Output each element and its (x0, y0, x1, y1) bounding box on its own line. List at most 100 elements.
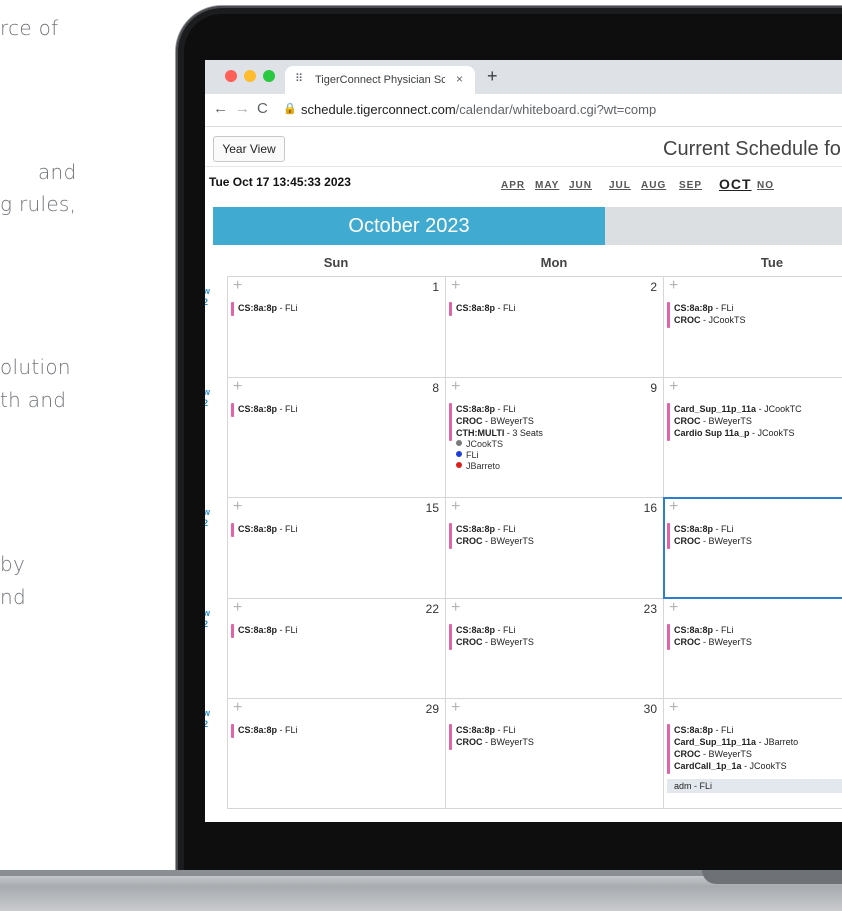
marketing-text-line: th and (0, 388, 67, 412)
entry-assignee: - JCookTS (703, 315, 746, 325)
schedule-entry[interactable]: CS:8a:8p - FLi (231, 724, 298, 736)
schedule-entry[interactable]: CS:8a:8p - FLi (449, 403, 516, 415)
add-entry-button[interactable]: + (451, 498, 460, 516)
entry-assignee: - FLi (497, 303, 516, 313)
schedule-entry[interactable]: CS:8a:8p - FLi (231, 302, 298, 314)
day-number: 23 (643, 602, 657, 616)
add-entry-button[interactable]: + (233, 599, 242, 617)
add-entry-button[interactable]: + (233, 498, 242, 516)
month-banner-bg (605, 207, 842, 245)
add-entry-button[interactable]: + (233, 699, 242, 717)
window-close-button[interactable] (225, 70, 237, 82)
laptop-base (0, 870, 842, 911)
entry-assignee: - FLi (497, 404, 516, 414)
schedule-entry[interactable]: CS:8a:8p - FLi (667, 624, 734, 636)
month-link-jun[interactable]: JUN (569, 180, 592, 191)
schedule-entry[interactable]: CTH:MULTI - 3 Seats (449, 427, 543, 439)
window-minimize-button[interactable] (244, 70, 256, 82)
schedule-entry[interactable]: CROC - BWeyerTS (449, 636, 534, 648)
add-entry-button[interactable]: + (451, 599, 460, 617)
add-entry-button[interactable]: + (669, 699, 678, 717)
schedule-entry[interactable]: CS:8a:8p - FLi (449, 724, 516, 736)
url-field[interactable]: schedule.tigerconnect.com/calendar/white… (301, 102, 656, 117)
schedule-entry[interactable]: CS:8a:8p - FLi (231, 523, 298, 535)
add-entry-button[interactable]: + (669, 378, 678, 396)
week-label[interactable]: w (205, 387, 210, 398)
month-link-nov[interactable]: NO (757, 180, 774, 191)
seat-item[interactable]: FLi (456, 450, 479, 461)
schedule-entry[interactable]: CROC - BWeyerTS (667, 748, 752, 760)
schedule-entry[interactable]: CS:8a:8p - FLi (449, 523, 516, 535)
entry-assignee: - FLi (279, 404, 298, 414)
add-entry-button[interactable]: + (451, 277, 460, 295)
schedule-entry[interactable]: CROC - BWeyerTS (449, 736, 534, 748)
entry-code: CROC (456, 637, 483, 647)
week-label[interactable]: w (205, 286, 210, 297)
schedule-entry[interactable]: CS:8a:8p - FLi (667, 724, 734, 736)
add-entry-button[interactable]: + (451, 378, 460, 396)
entry-code: CS:8a:8p (238, 404, 278, 414)
laptop-notch (702, 870, 842, 884)
schedule-entry[interactable]: CS:8a:8p - FLi (449, 302, 516, 314)
add-entry-button[interactable]: + (451, 699, 460, 717)
admin-entry[interactable]: adm - FLi (667, 779, 842, 793)
add-entry-button[interactable]: + (233, 378, 242, 396)
schedule-entry[interactable]: Card_Sup_11p_11a - JCookTC (667, 403, 802, 415)
year-view-button[interactable]: Year View (213, 136, 285, 162)
week-label[interactable]: w (205, 608, 210, 619)
current-datetime: Tue Oct 17 13:45:33 2023 (209, 175, 351, 189)
grid-row-line (227, 808, 842, 809)
forward-arrow-icon[interactable]: → (235, 100, 250, 117)
week-number[interactable]: 2 (205, 518, 208, 529)
month-link-oct[interactable]: OCT (719, 176, 752, 192)
week-number[interactable]: 2 (205, 297, 208, 308)
day-header-sun: Sun (323, 255, 349, 270)
month-link-aug[interactable]: AUG (641, 180, 666, 191)
entry-code: CS:8a:8p (456, 303, 496, 313)
schedule-entry[interactable]: CROC - BWeyerTS (667, 415, 752, 427)
schedule-entry[interactable]: CS:8a:8p - FLi (231, 403, 298, 415)
new-tab-button[interactable]: + (487, 66, 498, 87)
schedule-entry[interactable]: CROC - BWeyerTS (449, 415, 534, 427)
day-number: 1 (432, 280, 439, 294)
add-entry-button[interactable]: + (669, 599, 678, 617)
back-arrow-icon[interactable]: ← (213, 100, 228, 117)
browser-tab[interactable]: ⠿ TigerConnect Physician Schec × (285, 66, 475, 94)
entry-code: CROC (674, 416, 701, 426)
seat-name: FLi (466, 450, 479, 460)
seat-item[interactable]: JCookTS (456, 439, 503, 450)
month-link-apr[interactable]: APR (501, 180, 525, 191)
reload-icon[interactable]: C (257, 100, 268, 117)
week-label[interactable]: w (205, 507, 210, 518)
schedule-entry[interactable]: CS:8a:8p - FLi (667, 302, 734, 314)
schedule-entry[interactable]: Cardio Sup 11a_p - JCookTS (667, 427, 795, 439)
add-entry-button[interactable]: + (669, 277, 678, 295)
day-number: 9 (650, 381, 657, 395)
month-title: October 2023 (213, 207, 605, 245)
entry-code: CS:8a:8p (238, 524, 278, 534)
day-number: 29 (425, 702, 439, 716)
week-number[interactable]: 2 (205, 619, 208, 630)
month-link-sep[interactable]: SEP (679, 180, 702, 191)
schedule-entry[interactable]: CROC - BWeyerTS (667, 636, 752, 648)
month-link-may[interactable]: MAY (535, 180, 559, 191)
grid-row-line (227, 698, 842, 699)
entry-assignee: - BWeyerTS (703, 416, 752, 426)
schedule-entry[interactable]: CardCall_1p_1a - JCookTS (667, 760, 787, 772)
lock-icon[interactable]: 🔒 (283, 102, 297, 115)
seat-item[interactable]: JBarreto (456, 461, 500, 472)
schedule-entry[interactable]: CS:8a:8p - FLi (449, 624, 516, 636)
week-number[interactable]: 2 (205, 719, 208, 730)
schedule-entry[interactable]: Card_Sup_11p_11a - JBarreto (667, 736, 798, 748)
week-label[interactable]: w (205, 708, 210, 719)
seat-name: JBarreto (466, 461, 501, 471)
tab-close-icon[interactable]: × (456, 72, 463, 86)
window-zoom-button[interactable] (263, 70, 275, 82)
schedule-entry[interactable]: CS:8a:8p - FLi (231, 624, 298, 636)
schedule-entry[interactable]: CROC - JCookTS (667, 314, 746, 326)
schedule-entry[interactable]: CROC - BWeyerTS (449, 535, 534, 547)
add-entry-button[interactable]: + (233, 277, 242, 295)
month-link-jul[interactable]: JUL (609, 180, 631, 191)
entry-assignee: - JCookTS (744, 761, 787, 771)
week-number[interactable]: 2 (205, 398, 208, 409)
